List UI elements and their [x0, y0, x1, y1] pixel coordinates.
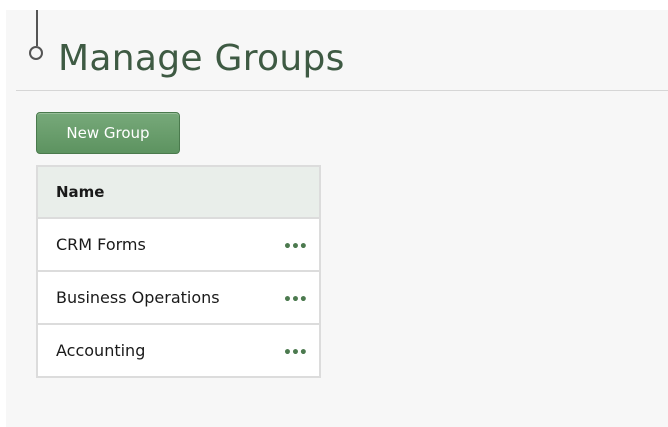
more-horizontal-icon[interactable]: ••• — [283, 240, 308, 254]
table-header-row: Name — [37, 166, 320, 219]
new-group-button[interactable]: New Group — [36, 112, 180, 154]
groups-table: Name CRM Forms ••• Business Operations •… — [36, 165, 321, 378]
row-content: Accounting ••• — [56, 341, 308, 360]
group-name[interactable]: Accounting — [56, 341, 145, 360]
table-row[interactable]: CRM Forms ••• — [37, 218, 320, 272]
more-horizontal-icon[interactable]: ••• — [283, 293, 308, 307]
table-cell: Business Operations ••• — [37, 271, 320, 325]
table-row[interactable]: Business Operations ••• — [37, 271, 320, 325]
table-cell: Accounting ••• — [37, 324, 320, 377]
row-content: Business Operations ••• — [56, 288, 308, 307]
column-header-name[interactable]: Name — [37, 166, 320, 219]
group-name[interactable]: CRM Forms — [56, 235, 146, 254]
table-row[interactable]: Accounting ••• — [37, 324, 320, 377]
page-title: Manage Groups — [58, 38, 345, 79]
more-horizontal-icon[interactable]: ••• — [283, 346, 308, 360]
row-content: CRM Forms ••• — [56, 235, 308, 254]
group-name[interactable]: Business Operations — [56, 288, 220, 307]
timeline-line — [36, 10, 38, 46]
table-cell: CRM Forms ••• — [37, 218, 320, 272]
timeline-circle-icon — [29, 46, 43, 60]
title-divider — [16, 90, 668, 91]
